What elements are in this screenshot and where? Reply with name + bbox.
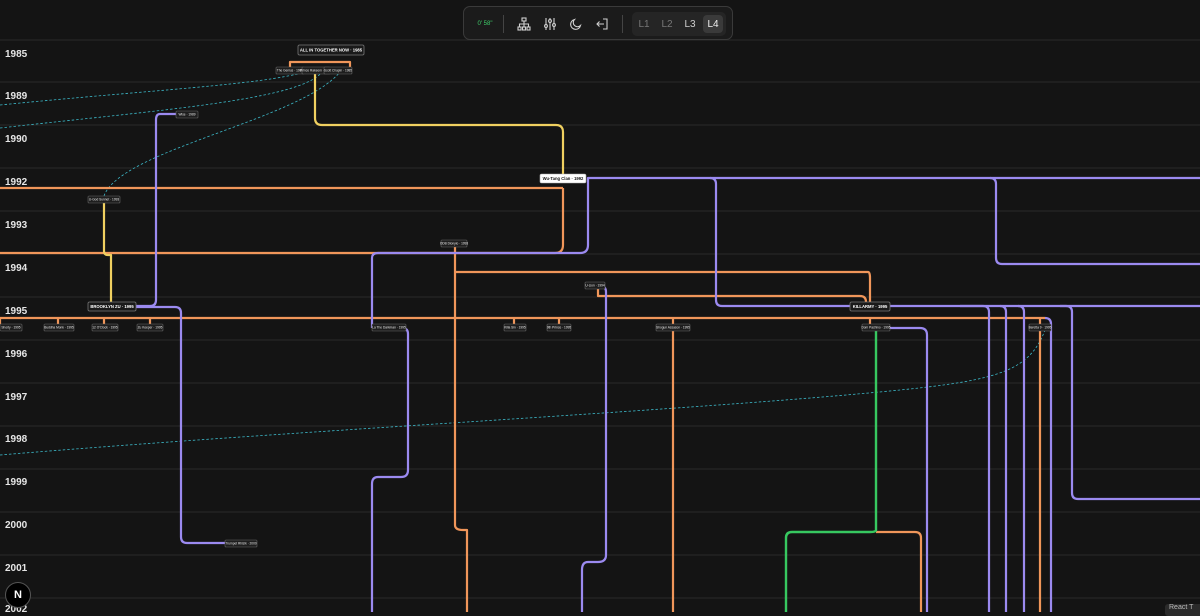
year-label: 2001 xyxy=(5,563,28,574)
svg-text:Killa Sin · 1995: Killa Sin · 1995 xyxy=(504,326,526,330)
hierarchy-icon[interactable] xyxy=(514,13,534,35)
nextjs-logo-icon[interactable]: N xyxy=(5,582,31,608)
svg-text:Zu Keeper · 1995: Zu Keeper · 1995 xyxy=(138,326,163,330)
member-node[interactable]: 9th Prince · 1995 xyxy=(546,323,572,332)
member-node[interactable]: Zu Keeper · 1995 xyxy=(136,323,164,332)
album-node[interactable]: KILLARMY · 1995 xyxy=(849,301,891,312)
year-label: 1998 xyxy=(5,434,28,445)
level-button-l1[interactable]: L1 xyxy=(634,15,654,33)
svg-text:U-Lion · 1994: U-Lion · 1994 xyxy=(585,284,605,288)
member-node[interactable]: Shorty · 1995 xyxy=(0,323,23,332)
svg-text:Buddha Monk · 1995: Buddha Monk · 1995 xyxy=(44,326,74,330)
svg-text:La The Darkman · 1995: La The Darkman · 1995 xyxy=(372,326,406,330)
svg-text:Beretta 9 · 1995: Beretta 9 · 1995 xyxy=(1029,326,1052,330)
member-node[interactable]: Dom Pachino · 1995 xyxy=(861,323,891,332)
timeline-canvas[interactable]: 1985 1989 1990 1992 1993 1994 1995 1996 … xyxy=(0,0,1200,612)
timer-display: 0' 58" xyxy=(477,21,493,27)
member-node[interactable]: U-God Sunnet · 1993 xyxy=(87,195,121,204)
moon-icon[interactable] xyxy=(566,13,586,35)
member-node[interactable]: Shogun Assason · 1995 xyxy=(655,323,691,332)
svg-text:Wu-Tang Clan · 1992: Wu-Tang Clan · 1992 xyxy=(543,176,584,181)
toolbar-divider xyxy=(503,15,504,33)
svg-text:Shogun Assason · 1995: Shogun Assason · 1995 xyxy=(656,326,690,330)
album-node[interactable]: BROOKLYN ZU · 1995 xyxy=(87,301,137,312)
toolbar: 0' 58" L1 L2 L3 L4 xyxy=(463,6,733,40)
react-devtools-badge[interactable]: React T xyxy=(1165,604,1200,616)
svg-text:12 O'Clock · 1995: 12 O'Clock · 1995 xyxy=(92,326,118,330)
year-label: 1995 xyxy=(5,306,28,317)
year-label: 1985 xyxy=(5,49,28,60)
svg-text:ALL IN TOGETHER NOW · 1985: ALL IN TOGETHER NOW · 1985 xyxy=(300,48,363,53)
member-node[interactable]: ODB Dionyio · 1993 xyxy=(440,239,469,248)
year-label: 1992 xyxy=(5,177,28,188)
svg-text:KILLARMY · 1995: KILLARMY · 1995 xyxy=(853,304,888,309)
member-node[interactable]: Trumpet Rhizik · 2000 xyxy=(224,539,258,548)
member-node[interactable]: U-Lion · 1994 xyxy=(584,281,606,290)
level-button-l3[interactable]: L3 xyxy=(680,15,700,33)
svg-text:Shorty · 1995: Shorty · 1995 xyxy=(1,326,20,330)
year-label: 1999 xyxy=(5,477,28,488)
member-node[interactable]: Killa Sin · 1995 xyxy=(503,323,527,332)
svg-text:BROOKLYN ZU · 1995: BROOKLYN ZU · 1995 xyxy=(90,304,134,309)
svg-text:Trumpet Rhizik · 2000: Trumpet Rhizik · 2000 xyxy=(225,542,256,546)
member-node[interactable]: La The Darkman · 1995 xyxy=(371,323,407,332)
sliders-icon[interactable] xyxy=(540,13,560,35)
level-button-l4[interactable]: L4 xyxy=(703,15,723,33)
year-label: 1993 xyxy=(5,220,28,231)
member-node[interactable]: Beretta 9 · 1995 xyxy=(1029,323,1052,332)
year-label: 1994 xyxy=(5,263,28,274)
level-selector: L1 L2 L3 L4 xyxy=(632,12,726,36)
member-node[interactable]: Buddha Monk · 1995 xyxy=(43,323,75,332)
toolbar-divider xyxy=(622,15,623,33)
year-label: 1997 xyxy=(5,392,28,403)
svg-text:Dom Pachino · 1995: Dom Pachino · 1995 xyxy=(861,326,890,330)
year-label: 1989 xyxy=(5,91,28,102)
year-label: 1990 xyxy=(5,134,28,145)
member-node[interactable]: Scott Chapin · 1985 xyxy=(323,66,352,75)
svg-text:9th Prince · 1995: 9th Prince · 1995 xyxy=(547,326,572,330)
year-label: 2000 xyxy=(5,520,28,531)
exit-icon[interactable] xyxy=(592,13,612,35)
svg-text:U-God Sunnet · 1993: U-God Sunnet · 1993 xyxy=(89,198,120,202)
svg-text:Wise · 1989: Wise · 1989 xyxy=(178,113,195,117)
album-node[interactable]: Wu-Tang Clan · 1992 xyxy=(539,173,587,184)
green-lineage-lines xyxy=(784,328,878,612)
member-node[interactable]: 12 O'Clock · 1995 xyxy=(91,323,119,332)
level-button-l2[interactable]: L2 xyxy=(657,15,677,33)
svg-text:ODB Dionyio · 1993: ODB Dionyio · 1993 xyxy=(440,242,469,246)
album-node[interactable]: ALL IN TOGETHER NOW · 1985 xyxy=(297,44,365,56)
svg-text:Scott Chapin · 1985: Scott Chapin · 1985 xyxy=(324,69,352,73)
year-label: 1996 xyxy=(5,349,28,360)
member-node[interactable]: Wise · 1989 xyxy=(175,110,199,119)
